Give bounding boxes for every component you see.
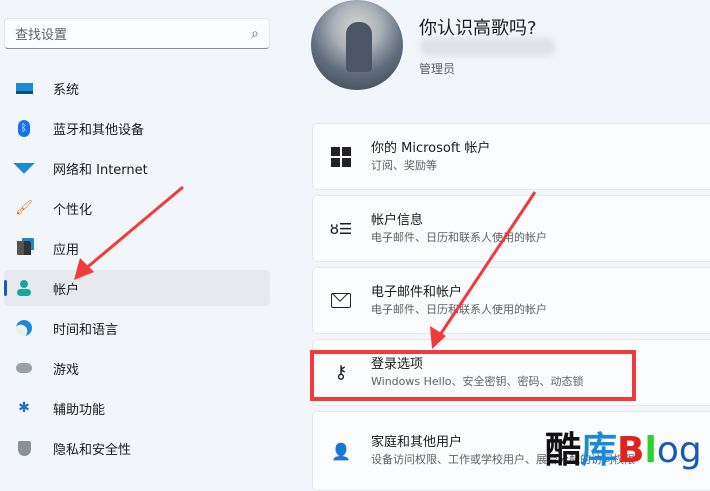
windows-logo-icon — [330, 146, 352, 167]
email-redacted — [420, 38, 555, 56]
mail-icon — [330, 293, 352, 308]
sidebar-item-privacy[interactable]: 隐私和安全性 — [4, 430, 270, 466]
sidebar-item-label: 个性化 — [53, 202, 93, 218]
bluetooth-icon: ᛒ — [14, 118, 34, 138]
person-icon — [14, 278, 34, 298]
card-subtitle: 电子邮件、日历和联系人使用的帐户 — [371, 302, 547, 316]
search-input[interactable]: 查找设置 ⌕ — [4, 18, 270, 49]
sidebar-item-label: 隐私和安全性 — [53, 442, 132, 458]
search-placeholder: 查找设置 — [15, 28, 68, 43]
brush-icon: 🖌 — [15, 200, 33, 216]
sidebar-item-label: 时间和语言 — [53, 322, 119, 338]
user-name: 你认识高歌吗? — [419, 18, 537, 39]
sidebar-item-network[interactable]: ◥◤ 网络和 Internet — [4, 150, 270, 186]
sidebar-item-bluetooth[interactable]: ᛒ 蓝牙和其他设备 — [4, 110, 270, 146]
sidebar-item-label: 游戏 — [53, 362, 80, 378]
card-title: 电子邮件和帐户 — [371, 284, 463, 300]
watermark-logo: 酷库Blog — [545, 430, 702, 471]
card-title: 帐户信息 — [371, 212, 424, 228]
highlight-box — [310, 350, 636, 401]
card-title: 你的 Microsoft 帐户 — [371, 140, 491, 156]
gamepad-icon — [14, 358, 34, 378]
card-email-accounts[interactable]: 电子邮件和帐户电子邮件、日历和联系人使用的帐户 — [312, 267, 710, 334]
search-icon[interactable]: ⌕ — [251, 26, 259, 42]
sidebar-item-label: 应用 — [53, 242, 80, 258]
time-language-icon — [14, 318, 34, 338]
sidebar-item-label: 辅助功能 — [53, 402, 106, 418]
sidebar-item-accessibility[interactable]: ✱ 辅助功能 — [4, 390, 270, 426]
person-list-icon: ȣ☰ — [329, 219, 353, 238]
sidebar-item-personalization[interactable]: 🖌 个性化 — [4, 190, 270, 226]
card-subtitle: 订阅、奖励等 — [371, 158, 437, 172]
card-subtitle: 电子邮件、日历和联系人使用的帐户 — [371, 230, 547, 244]
sidebar-nav: 系统 ᛒ 蓝牙和其他设备 ◥◤ 网络和 Internet 🖌 个性化 应用 帐户 时间… — [4, 70, 270, 470]
apps-icon — [14, 238, 34, 258]
sidebar-item-label: 系统 — [53, 82, 80, 98]
card-microsoft-account[interactable]: 你的 Microsoft 帐户 订阅、奖励等 — [312, 123, 710, 190]
avatar[interactable] — [311, 0, 403, 90]
person-add-icon: 👤 — [331, 441, 351, 461]
card-account-info[interactable]: ȣ☰ 帐户信息电子邮件、日历和联系人使用的帐户 — [312, 195, 710, 262]
sidebar-item-system[interactable]: 系统 — [4, 70, 270, 106]
sidebar-item-time-language[interactable]: 时间和语言 — [4, 310, 270, 346]
user-role: 管理员 — [419, 62, 456, 76]
sidebar-item-accounts[interactable]: 帐户 — [4, 270, 270, 306]
accessibility-icon: ✱ — [18, 400, 30, 416]
sidebar-item-label: 蓝牙和其他设备 — [53, 122, 145, 138]
sidebar-item-apps[interactable]: 应用 — [4, 230, 270, 266]
sidebar-item-label: 网络和 Internet — [53, 162, 148, 178]
wifi-icon: ◥◤ — [13, 160, 35, 176]
shield-icon — [14, 438, 34, 458]
sidebar-item-gaming[interactable]: 游戏 — [4, 350, 270, 386]
system-icon — [14, 78, 34, 98]
sidebar-item-label: 帐户 — [53, 282, 80, 298]
